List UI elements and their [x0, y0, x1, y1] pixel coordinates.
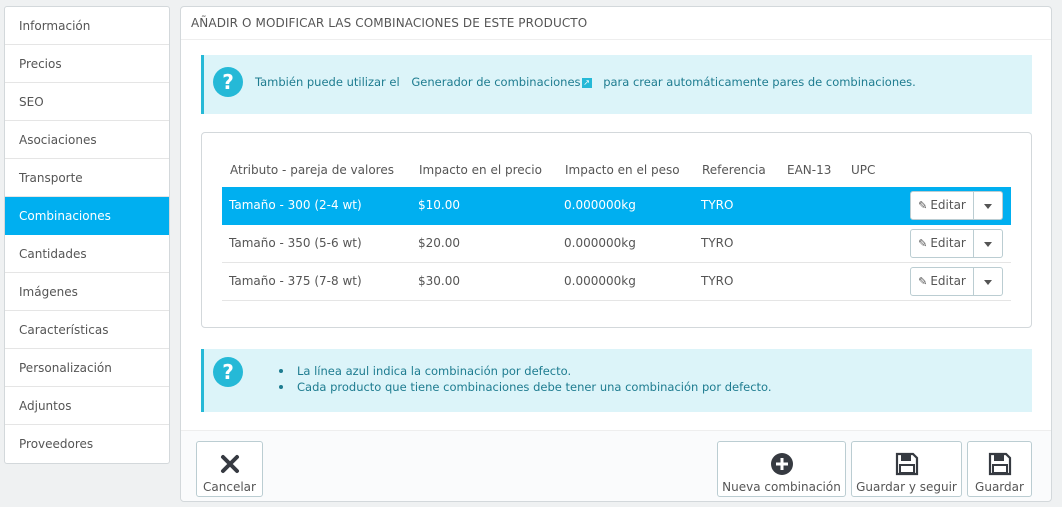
sidebar-item-asociaciones[interactable]: Asociaciones: [5, 121, 169, 159]
cell-weight: 0.000000kg: [564, 274, 636, 288]
caret-down-icon: [984, 280, 992, 285]
cancel-button[interactable]: Cancelar: [196, 441, 263, 497]
sidebar-item-informacion[interactable]: Información: [5, 7, 169, 45]
help-item: Cada producto que tiene combinaciones de…: [279, 379, 772, 395]
edit-button[interactable]: ✎ Editar: [910, 267, 974, 296]
sidebar-item-cantidades[interactable]: Cantidades: [5, 235, 169, 273]
sidebar-item-precios[interactable]: Precios: [5, 45, 169, 83]
column-header-attribute: Atributo - pareja de valores: [230, 163, 394, 177]
column-header-ean13: EAN-13: [787, 163, 832, 177]
actions-dropdown-button[interactable]: [974, 191, 1003, 220]
combination-generator-link[interactable]: Generador de combinaciones ↗: [411, 75, 592, 89]
combinations-table: Atributo - pareja de valores Impacto en …: [201, 132, 1032, 328]
save-button[interactable]: Guardar: [967, 441, 1032, 497]
floppy-disk-icon: [988, 452, 1011, 476]
caret-down-icon: [984, 204, 992, 209]
column-header-weight-impact: Impacto en el peso: [565, 163, 680, 177]
row-actions: ✎ Editar: [910, 229, 1003, 258]
table-row-default[interactable]: Tamaño - 300 (2-4 wt) $10.00 0.000000kg …: [222, 187, 1011, 225]
edit-button[interactable]: ✎ Editar: [910, 191, 974, 220]
column-header-reference: Referencia: [702, 163, 766, 177]
info-alert: ? También puede utilizar el Generador de…: [201, 55, 1032, 114]
row-actions: ✎ Editar: [910, 191, 1003, 220]
actions-dropdown-button[interactable]: [974, 267, 1003, 296]
cell-weight: 0.000000kg: [564, 236, 636, 250]
info-text-before: También puede utilizar el: [255, 75, 400, 89]
save-and-stay-button[interactable]: Guardar y seguir: [851, 441, 962, 497]
cell-price: $20.00: [418, 236, 460, 250]
help-list: La línea azul indica la combinación por …: [279, 363, 772, 395]
close-icon: [220, 455, 239, 473]
info-alert-text: También puede utilizar el Generador de c…: [255, 75, 916, 89]
pencil-icon: ✎: [918, 199, 928, 212]
table-row[interactable]: Tamaño - 375 (7-8 wt) $30.00 0.000000kg …: [222, 263, 1011, 301]
cell-price: $10.00: [418, 198, 460, 212]
cell-attribute: Tamaño - 375 (7-8 wt): [229, 274, 362, 288]
cell-reference: TYRO: [701, 198, 734, 212]
cell-attribute: Tamaño - 300 (2-4 wt): [229, 198, 362, 212]
cell-attribute: Tamaño - 350 (5-6 wt): [229, 236, 362, 250]
table-header: Atributo - pareja de valores Impacto en …: [222, 163, 1011, 183]
cell-price: $30.00: [418, 274, 460, 288]
table-row[interactable]: Tamaño - 350 (5-6 wt) $20.00 0.000000kg …: [222, 225, 1011, 263]
external-link-icon: ↗: [581, 77, 592, 88]
column-header-price-impact: Impacto en el precio: [419, 163, 542, 177]
product-tabs-sidebar: Información Precios SEO Asociaciones Tra…: [4, 6, 170, 464]
sidebar-item-seo[interactable]: SEO: [5, 83, 169, 121]
sidebar-item-proveedores[interactable]: Proveedores: [5, 425, 169, 463]
cell-weight: 0.000000kg: [564, 198, 636, 212]
new-combination-button[interactable]: Nueva combinación: [717, 441, 846, 497]
question-icon: ?: [213, 357, 243, 387]
cell-reference: TYRO: [701, 236, 734, 250]
question-icon: ?: [213, 67, 243, 97]
info-text-after: para crear automáticamente pares de comb…: [603, 75, 916, 89]
pencil-icon: ✎: [918, 237, 928, 250]
combinations-panel: AÑADIR O MODIFICAR LAS COMBINACIONES DE …: [180, 6, 1052, 502]
help-alert: ? La línea azul indica la combinación po…: [201, 349, 1032, 412]
sidebar-item-imagenes[interactable]: Imágenes: [5, 273, 169, 311]
panel-title: AÑADIR O MODIFICAR LAS COMBINACIONES DE …: [181, 7, 1051, 40]
row-actions: ✎ Editar: [910, 267, 1003, 296]
pencil-icon: ✎: [918, 275, 928, 288]
help-item: La línea azul indica la combinación por …: [279, 363, 772, 379]
actions-dropdown-button[interactable]: [974, 229, 1003, 258]
sidebar-item-transporte[interactable]: Transporte: [5, 159, 169, 197]
plus-circle-icon: [770, 453, 793, 475]
column-header-upc: UPC: [851, 163, 876, 177]
sidebar-item-adjuntos[interactable]: Adjuntos: [5, 387, 169, 425]
sidebar-item-combinaciones[interactable]: Combinaciones: [5, 197, 169, 235]
caret-down-icon: [984, 242, 992, 247]
sidebar-item-personalizacion[interactable]: Personalización: [5, 349, 169, 387]
sidebar-item-caracteristicas[interactable]: Características: [5, 311, 169, 349]
edit-button[interactable]: ✎ Editar: [910, 229, 974, 258]
cell-reference: TYRO: [701, 274, 734, 288]
panel-footer: Cancelar Nueva combinación Guardar y seg…: [181, 430, 1051, 501]
floppy-disk-icon: [895, 452, 918, 476]
